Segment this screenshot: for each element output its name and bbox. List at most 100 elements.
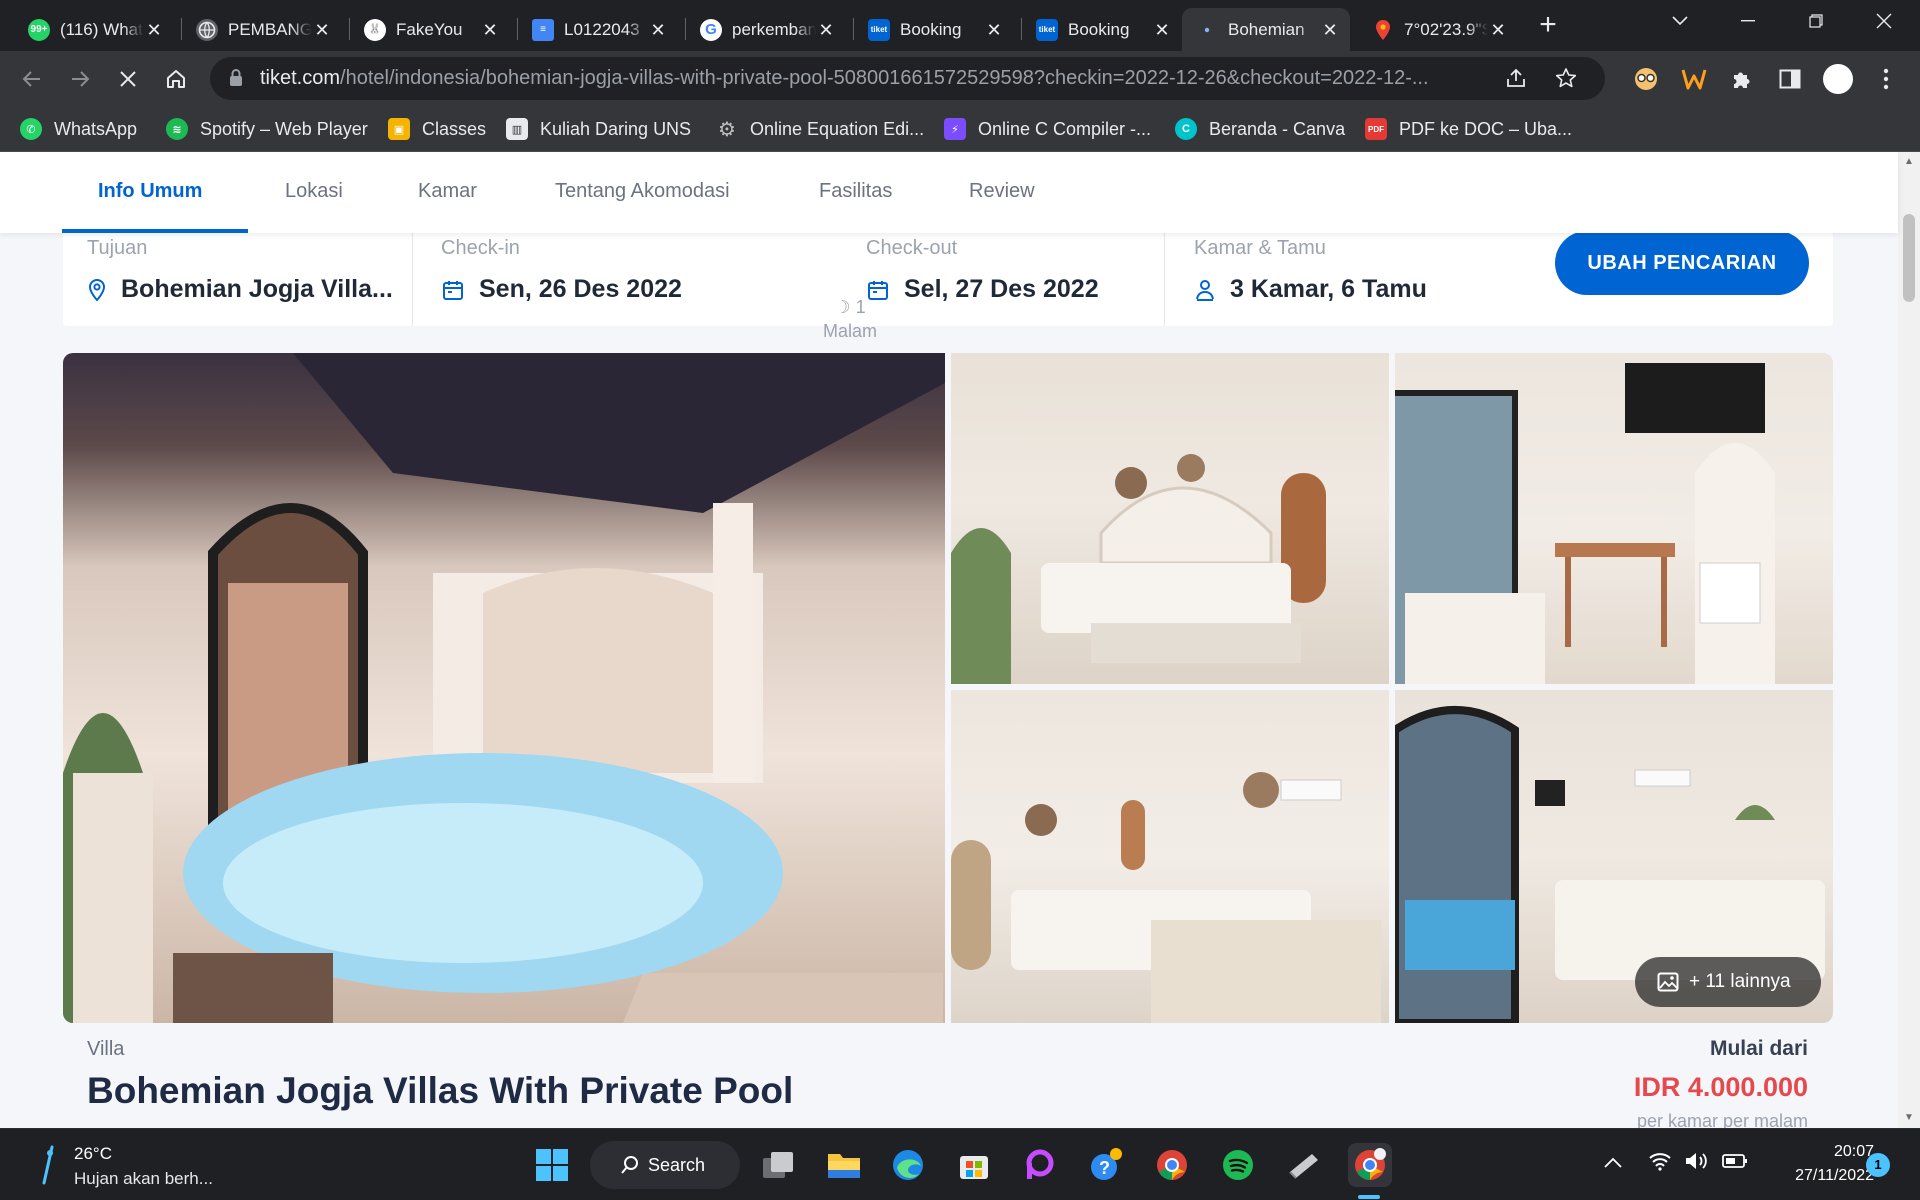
restore-button[interactable] xyxy=(1786,0,1846,42)
tab-lokasi[interactable]: Lokasi xyxy=(285,180,343,203)
utility-app-icon[interactable] xyxy=(1282,1143,1326,1187)
side-panel-icon[interactable] xyxy=(1774,63,1806,95)
profile-avatar[interactable] xyxy=(1822,63,1854,95)
checkout-label: Check-out xyxy=(866,237,958,259)
bookmark-kuliah-daring[interactable]: ▥ Kuliah Daring UNS xyxy=(506,114,691,144)
close-icon[interactable]: ✕ xyxy=(1152,20,1172,40)
scroll-thumb[interactable] xyxy=(1903,214,1915,302)
volume-icon[interactable] xyxy=(1684,1151,1710,1176)
close-icon[interactable]: ✕ xyxy=(480,20,500,40)
url-text[interactable]: tiket.com/hotel/indonesia/bohemian-jogja… xyxy=(260,67,1520,90)
spotify-taskbar-icon[interactable] xyxy=(1216,1143,1260,1187)
property-section-nav: Info Umum Lokasi Kamar Tentang Akomodasi… xyxy=(0,152,1898,233)
price-value: IDR 4.000.000 xyxy=(1633,1072,1808,1102)
tab-title: Bohemian xyxy=(1228,19,1305,39)
bookmarks-bar: ✆ WhatsApp ≋ Spotify – Web Player ▣ Clas… xyxy=(0,106,1920,152)
browser-menu-icon[interactable] xyxy=(1870,63,1902,95)
active-app-indicator xyxy=(1358,1195,1380,1199)
photo-bedroom-3[interactable] xyxy=(951,690,1389,1023)
bookmark-whatsapp[interactable]: ✆ WhatsApp xyxy=(20,114,137,144)
tab-title: perkembangan xyxy=(732,19,816,39)
bookmark-star-icon[interactable] xyxy=(1555,67,1577,94)
chrome-icon[interactable] xyxy=(1150,1143,1194,1187)
picsart-icon[interactable] xyxy=(1018,1143,1062,1187)
get-help-icon[interactable]: ? xyxy=(1084,1143,1128,1187)
minimize-button[interactable] xyxy=(1718,0,1778,42)
bookmark-canva[interactable]: C Beranda - Canva xyxy=(1175,114,1345,144)
tab-booking-1[interactable]: tiket Booking ✕ xyxy=(854,8,1014,51)
extensions-puzzle-icon[interactable] xyxy=(1726,63,1758,95)
destination-value-row: Bohemian Jogja Villa... xyxy=(87,275,393,304)
change-search-button[interactable]: UBAH PENCARIAN xyxy=(1555,231,1809,295)
tab-maps[interactable]: 7°02'23.9"S ✕ xyxy=(1358,8,1518,51)
tab-google-search[interactable]: G perkembangan ✕ xyxy=(686,8,846,51)
bookmark-equation-editor[interactable]: ⚙ Online Equation Edi... xyxy=(716,114,924,144)
tab-info-umum[interactable]: Info Umum xyxy=(98,180,202,203)
close-icon[interactable]: ✕ xyxy=(1488,20,1508,40)
calendar-icon xyxy=(443,280,463,300)
bookmark-classes[interactable]: ▣ Classes xyxy=(388,114,486,144)
photo-bedroom-2[interactable] xyxy=(1395,353,1833,684)
chevron-up-icon[interactable] xyxy=(1604,1155,1622,1173)
lock-icon[interactable] xyxy=(228,68,244,93)
tab-whatsapp[interactable]: 99+ (116) WhatsApp ✕ xyxy=(14,8,174,51)
scroll-up-icon[interactable]: ▲ xyxy=(1903,156,1915,168)
price-from-label: Mulai dari xyxy=(1709,1037,1808,1060)
clock-time[interactable]: 20:07 xyxy=(1788,1143,1874,1161)
bookmark-pdf-doc[interactable]: PDF PDF ke DOC – Uba... xyxy=(1365,114,1572,144)
share-icon[interactable] xyxy=(1505,67,1527,94)
forward-button[interactable] xyxy=(62,61,98,97)
weather-rain-icon[interactable] xyxy=(38,1145,58,1190)
tab-search-chevron-icon[interactable] xyxy=(1650,0,1710,42)
file-explorer-icon[interactable] xyxy=(822,1143,866,1187)
destination-label: Tujuan xyxy=(87,237,148,259)
close-icon[interactable]: ✕ xyxy=(648,20,668,40)
close-icon[interactable]: ✕ xyxy=(984,20,1004,40)
battery-icon[interactable] xyxy=(1722,1153,1748,1174)
guests-label: Kamar & Tamu xyxy=(1194,237,1326,259)
tab-booking-2[interactable]: tiket Booking ✕ xyxy=(1022,8,1182,51)
close-window-button[interactable] xyxy=(1854,0,1914,42)
extension-glasses-icon[interactable] xyxy=(1630,63,1662,95)
tab-docs[interactable]: ≡ L0122043 ✕ xyxy=(518,8,678,51)
tab-review[interactable]: Review xyxy=(969,180,1035,203)
address-bar[interactable]: tiket.com/hotel/indonesia/bohemian-jogja… xyxy=(210,57,1605,100)
close-icon[interactable]: ✕ xyxy=(1320,20,1340,40)
chrome-active-icon[interactable] xyxy=(1348,1143,1392,1187)
stop-loading-button[interactable] xyxy=(110,61,146,97)
weather-temperature[interactable]: 26°C xyxy=(74,1144,112,1164)
clock-date[interactable]: 27/11/2022 xyxy=(1760,1167,1874,1185)
more-photos-button[interactable]: + 11 lainnya xyxy=(1635,957,1821,1007)
notification-badge[interactable]: 1 xyxy=(1866,1153,1890,1177)
checkin-value: Sen, 26 Des 2022 xyxy=(479,275,682,303)
tab-fakeyou[interactable]: 🐰 FakeYou ✕ xyxy=(350,8,510,51)
taskbar-search[interactable]: Search xyxy=(590,1141,740,1189)
tab-tentang-akomodasi[interactable]: Tentang Akomodasi xyxy=(555,180,730,203)
windows-start-icon[interactable] xyxy=(530,1143,574,1187)
edge-icon[interactable] xyxy=(886,1143,930,1187)
task-view-icon[interactable] xyxy=(756,1143,800,1187)
browser-toolbar: tiket.com/hotel/indonesia/bohemian-jogja… xyxy=(0,51,1920,106)
tab-bohemian-active[interactable]: Bohemian ✕ xyxy=(1182,8,1350,51)
home-button[interactable] xyxy=(158,61,194,97)
scroll-down-icon[interactable]: ▼ xyxy=(1903,1112,1915,1124)
weather-description[interactable]: Hujan akan berh... xyxy=(74,1169,213,1189)
new-tab-button[interactable]: + xyxy=(1532,10,1564,42)
extension-w-icon[interactable] xyxy=(1678,63,1710,95)
page-scrollbar[interactable]: ▲ ▼ xyxy=(1898,152,1920,1128)
bookmark-spotify[interactable]: ≋ Spotify – Web Player xyxy=(166,114,368,144)
close-icon[interactable]: ✕ xyxy=(144,20,164,40)
bookmark-c-compiler[interactable]: ⚡ Online C Compiler -... xyxy=(944,114,1151,144)
tab-kamar[interactable]: Kamar xyxy=(418,180,477,203)
main-photo-pool[interactable] xyxy=(63,353,945,1023)
tiket-icon: tiket xyxy=(868,18,890,41)
microsoft-store-icon[interactable] xyxy=(952,1143,996,1187)
close-icon[interactable]: ✕ xyxy=(312,20,332,40)
tab-pembangunan[interactable]: PEMBANGUNAN ✕ xyxy=(182,8,342,51)
tab-fasilitas[interactable]: Fasilitas xyxy=(819,180,892,203)
back-button[interactable] xyxy=(14,61,50,97)
photo-bedroom-1[interactable] xyxy=(951,353,1389,684)
guests-value: 3 Kamar, 6 Tamu xyxy=(1230,275,1427,303)
wifi-icon[interactable] xyxy=(1648,1151,1672,1176)
close-icon[interactable]: ✕ xyxy=(816,20,836,40)
